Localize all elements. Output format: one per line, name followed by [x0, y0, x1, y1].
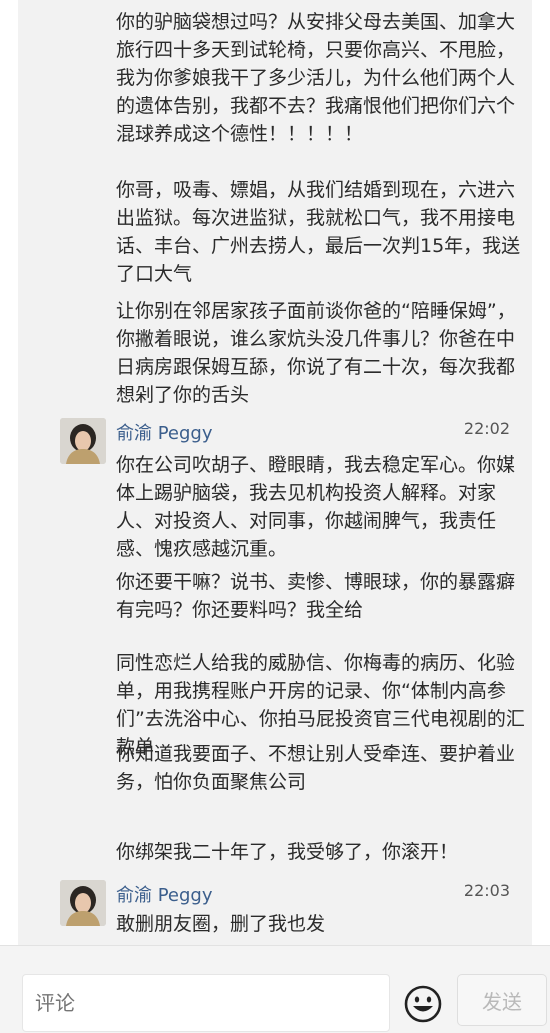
sender-name[interactable]: 俞渝 Peggy: [116, 419, 213, 445]
avatar[interactable]: [60, 880, 106, 926]
message-timestamp: 22:03: [463, 881, 510, 900]
message-paragraph: 你还要干嘛？说书、卖惨、博眼球，你的暴露癖有完吗？你还要料吗？我全给: [116, 571, 516, 621]
comment-input[interactable]: [22, 974, 390, 1032]
send-button[interactable]: 发送: [457, 974, 547, 1026]
message-paragraph: 你绑架我二十年了，我受够了，你滚开！: [116, 841, 459, 863]
smiley-face-icon[interactable]: [403, 984, 443, 1024]
message-paragraph: 你知道我要面子、不想让别人受牵连、要护着业务，怕你负面聚焦公司: [116, 743, 516, 793]
message-paragraph: 你的驴脑袋想过吗？从安排父母去美国、加拿大旅行四十多天到试轮椅，只要你高兴、不甩…: [116, 11, 516, 145]
sender-name[interactable]: 俞渝 Peggy: [116, 881, 213, 907]
message-timestamp: 22:02: [463, 419, 510, 438]
avatar[interactable]: [60, 418, 106, 464]
message-paragraph: 敢删朋友圈，删了我也发: [116, 913, 326, 935]
avatar-portrait-icon: [60, 418, 106, 464]
comment-bar: 发送: [0, 945, 550, 1033]
avatar-portrait-icon: [60, 880, 106, 926]
message-paragraph: 你在公司吹胡子、瞪眼睛，我去稳定军心。你媒体上踢驴脑袋，我去见机构投资人解释。对…: [116, 454, 516, 560]
message-paragraph: 让你别在邻居家孩子面前谈你爸的“陪睡保姆”，你撇着眼说，谁么家炕头没几件事儿？你…: [116, 300, 516, 406]
message-paragraph: 你哥，吸毒、嫖娼，从我们结婚到现在，六进六出监狱。每次进监狱，我就松口气，我不用…: [116, 179, 521, 285]
